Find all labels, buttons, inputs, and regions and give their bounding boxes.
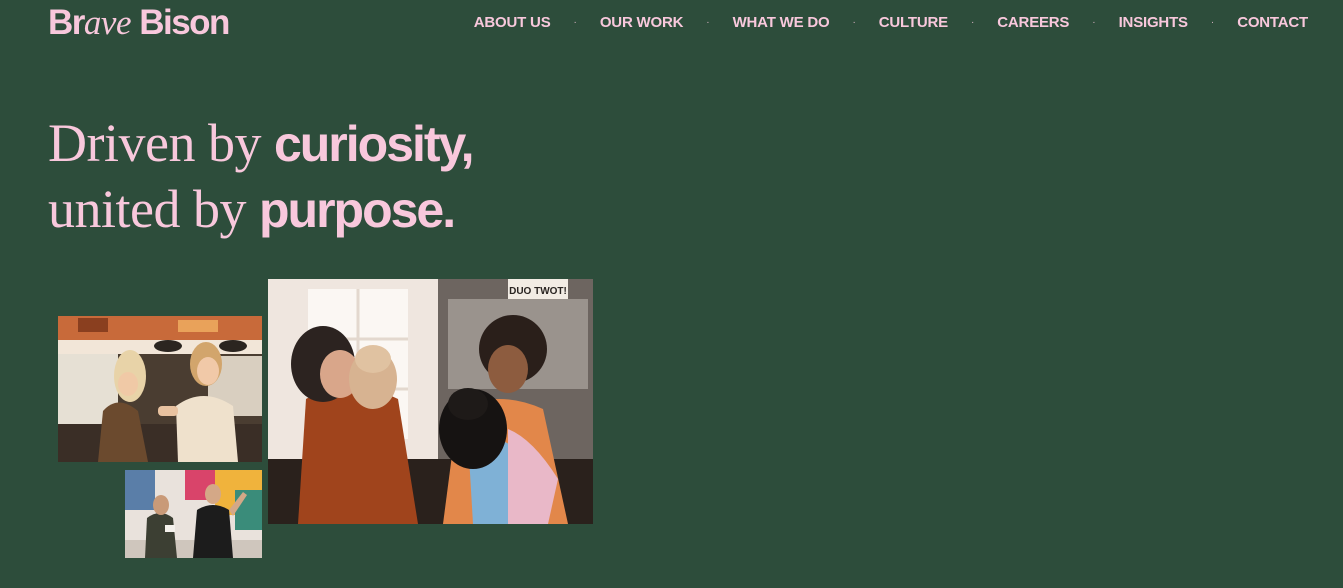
nav-separator: ·: [970, 16, 975, 28]
nav-separator: ·: [706, 16, 710, 28]
nav-item-contact[interactable]: CONTACT: [1237, 14, 1308, 31]
headline-line-2-regular: united by: [48, 179, 259, 239]
photo-women-with-dogs-image: DUO TWOT!: [268, 279, 593, 524]
nav-item-what-we-do[interactable]: WHAT WE DO: [733, 14, 830, 31]
nav-separator: ·: [1210, 16, 1215, 28]
photo-women-with-dogs: DUO TWOT!: [268, 279, 593, 524]
headline-line-2-bold: purpose.: [258, 182, 456, 238]
headline-line-1: Driven by curiosity,: [48, 110, 475, 176]
photo-speakers-presenting: [125, 470, 262, 558]
nav-item-careers[interactable]: CAREERS: [997, 14, 1069, 31]
photo-speakers-presenting-image: [125, 470, 262, 558]
logo-text-italic: ave: [83, 3, 132, 42]
nav-separator: ·: [852, 16, 856, 28]
brand-logo[interactable]: Brave Bison: [48, 3, 230, 43]
nav-separator: ·: [1092, 16, 1096, 28]
nav-separator: ·: [573, 16, 577, 28]
photo-sign-text: DUO TWOT!: [509, 286, 567, 297]
nav-item-culture[interactable]: CULTURE: [879, 14, 948, 31]
logo-text-part1: Br: [48, 3, 85, 42]
headline-line-2: united by purpose.: [48, 176, 473, 242]
nav-item-our-work[interactable]: OUR WORK: [600, 14, 684, 31]
nav-item-about-us[interactable]: ABOUT US: [474, 14, 551, 31]
headline-line-1-regular: Driven by: [48, 113, 274, 173]
photo-friends-laughing-image: [58, 316, 262, 462]
photo-friends-laughing: [58, 316, 262, 462]
main-nav: ABOUT US · OUR WORK · WHAT WE DO · CULTU…: [474, 12, 1308, 32]
headline-line-1-bold: curiosity,: [273, 116, 475, 172]
logo-text-part2: Bison: [130, 3, 230, 42]
hero-headline: Driven by curiosity, united by purpose.: [48, 110, 475, 242]
nav-item-insights[interactable]: INSIGHTS: [1119, 14, 1188, 31]
